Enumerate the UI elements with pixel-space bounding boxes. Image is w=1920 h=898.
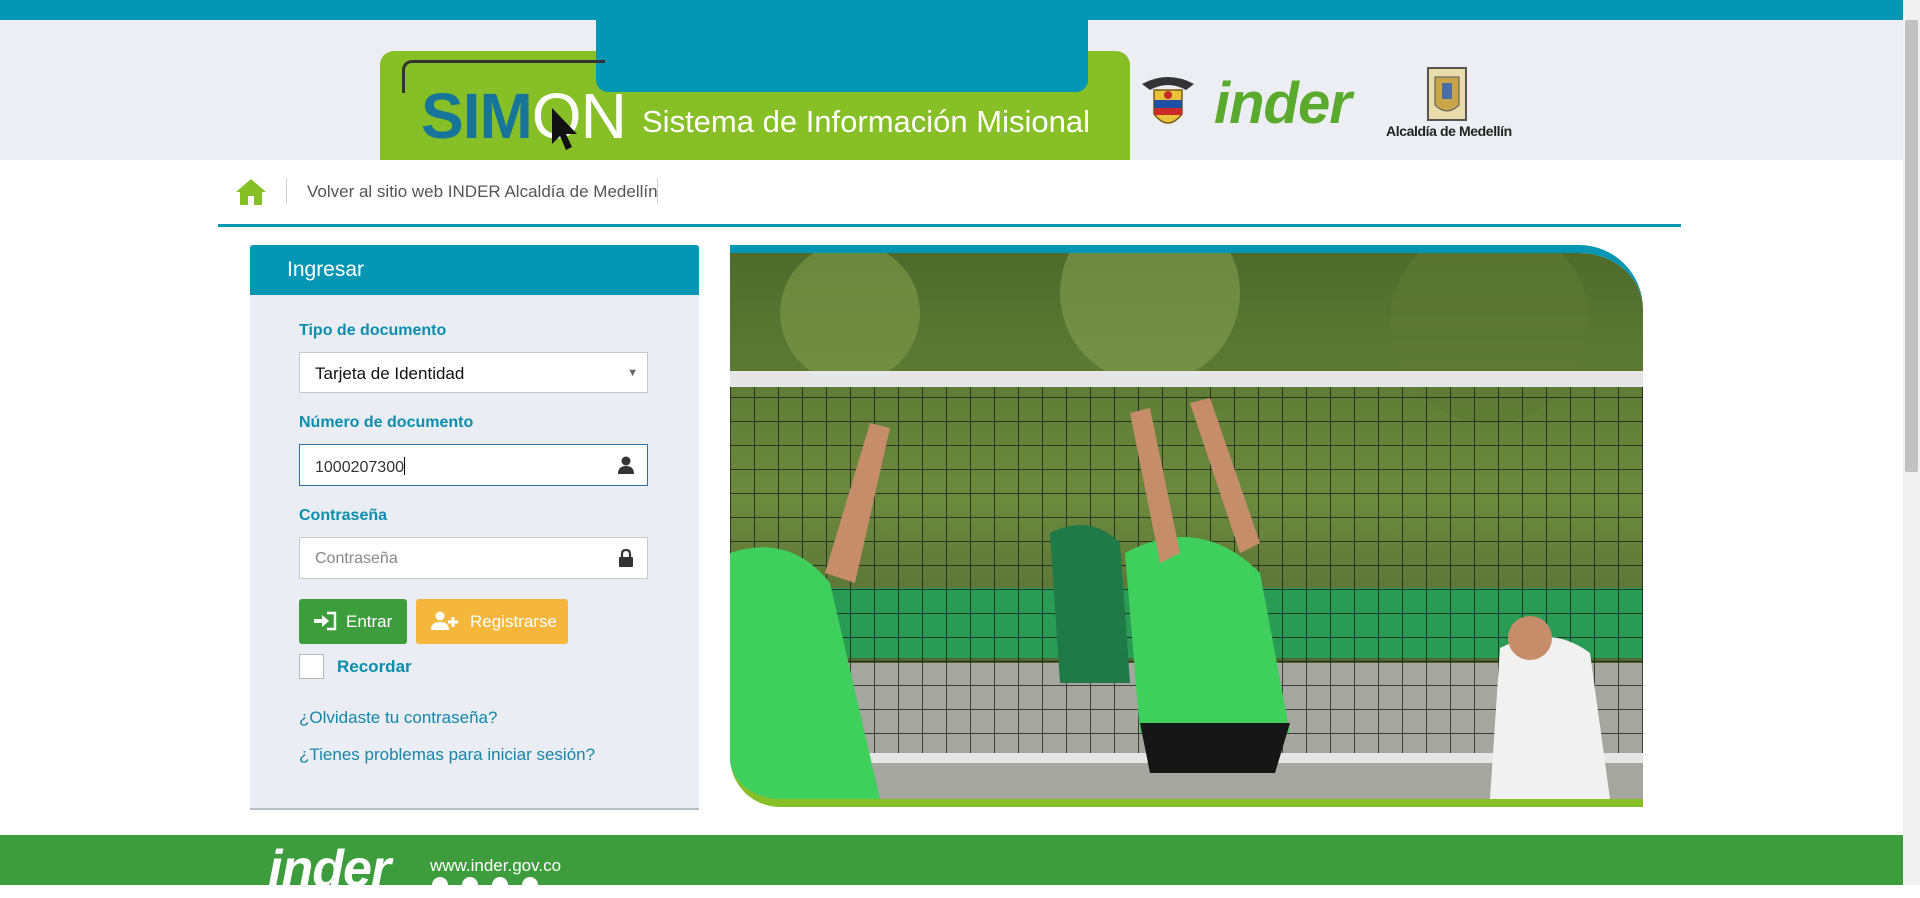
login-panel: Ingresar Tipo de documento Tarjeta de Id… [250, 245, 699, 810]
banner-subtitle: Sistema de Información Misional [642, 104, 1090, 139]
banner-tab-decoration [596, 20, 1088, 92]
alcaldia-emblem-icon [1427, 67, 1467, 121]
doc-type-value: Tarjeta de Identidad [315, 364, 465, 383]
footer-url-link[interactable]: www.inder.gov.co [430, 856, 561, 876]
chevron-down-icon: ▼ [627, 367, 638, 379]
forgot-password-link[interactable]: ¿Olvidaste tu contraseña? [299, 708, 497, 728]
register-button[interactable]: Registrarse [416, 599, 568, 644]
password-input[interactable]: Contraseña [299, 537, 648, 579]
logo-prefix: SIM [421, 80, 533, 152]
nav-bar: Volver al sitio web INDER Alcaldía de Me… [218, 168, 1681, 227]
inder-logo: inder [1214, 71, 1352, 136]
cursor-icon [552, 108, 577, 150]
remember-checkbox[interactable] [299, 654, 324, 679]
lock-icon [619, 548, 633, 567]
logo-suffix: N [580, 80, 627, 152]
social-icons [432, 877, 538, 885]
nav-divider [286, 178, 287, 204]
login-help-link[interactable]: ¿Tienes problemas para iniciar sesión? [299, 745, 595, 765]
nav-divider [657, 178, 658, 204]
top-bar [0, 0, 1920, 20]
colombia-coat-of-arms-icon [1142, 77, 1194, 124]
password-label: Contraseña [299, 507, 388, 524]
footer-inder-logo: inder [268, 840, 391, 898]
sign-in-icon [314, 611, 337, 631]
doc-type-label: Tipo de documento [299, 322, 447, 339]
doc-number-input[interactable]: 1000207300 [299, 444, 648, 486]
login-title: Ingresar [287, 258, 365, 281]
remember-label[interactable]: Recordar [337, 657, 412, 677]
page-scrollbar[interactable] [1903, 0, 1920, 885]
volleyball-illustration [730, 253, 1643, 799]
login-panel-header: Ingresar [250, 245, 699, 295]
add-user-icon [431, 611, 458, 630]
alcaldia-label: Alcaldía de Medellín [1386, 123, 1512, 139]
login-button-label: Entrar [346, 612, 393, 631]
doc-number-label: Número de documento [299, 414, 474, 431]
scrollbar-thumb[interactable] [1905, 20, 1918, 472]
simon-logo: SIMON [421, 84, 627, 148]
back-to-site-link[interactable]: Volver al sitio web INDER Alcaldía de Me… [307, 182, 658, 202]
login-button[interactable]: Entrar [299, 599, 407, 644]
volleyball-photo [730, 245, 1643, 807]
doc-type-select[interactable]: Tarjeta de Identidad ▼ [299, 352, 648, 393]
user-icon [618, 456, 634, 474]
doc-number-value: 1000207300 [315, 457, 405, 476]
password-placeholder: Contraseña [315, 550, 398, 567]
home-icon[interactable] [235, 177, 267, 207]
register-button-label: Registrarse [470, 612, 557, 631]
